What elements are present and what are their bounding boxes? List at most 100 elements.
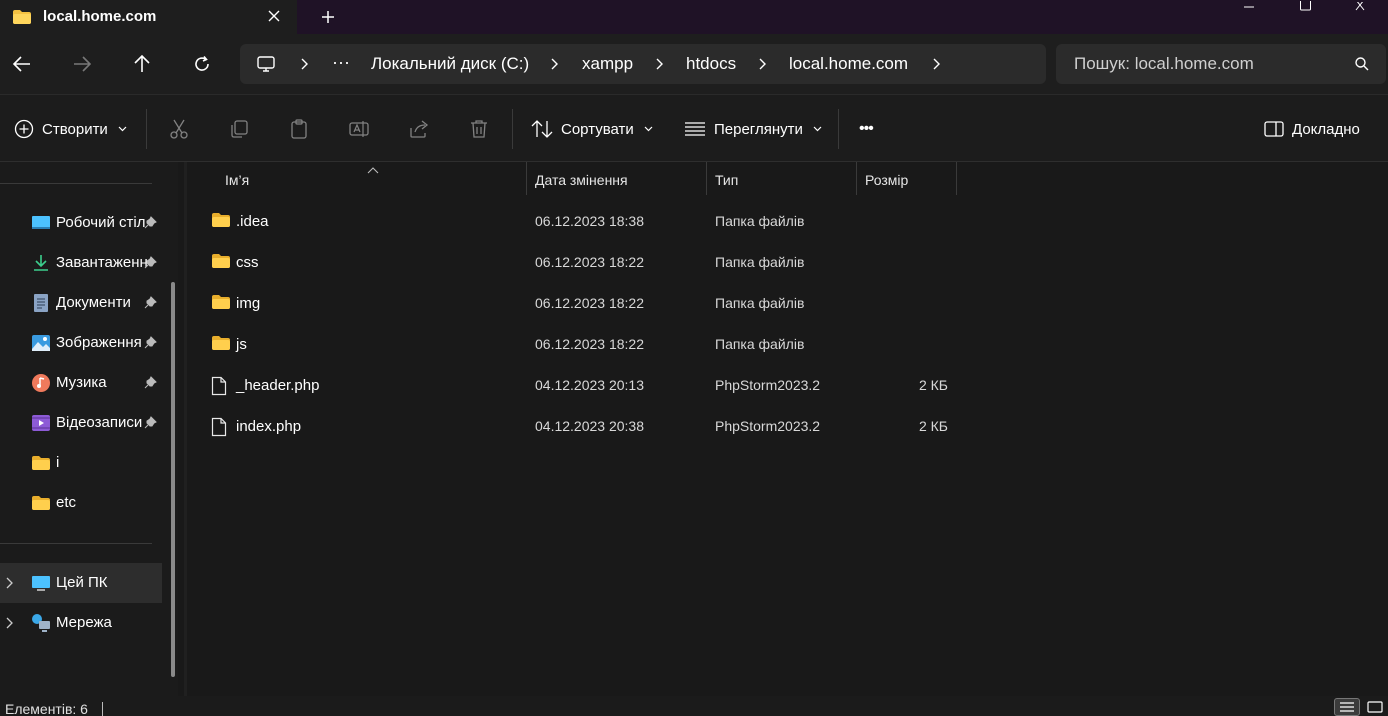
column-header-type[interactable]: Тип bbox=[715, 162, 855, 196]
chevron-right-icon[interactable] bbox=[6, 616, 14, 632]
close-tab-icon[interactable] bbox=[264, 6, 284, 26]
column-header-date[interactable]: Дата змінення bbox=[535, 162, 705, 196]
file-type: Папка файлів bbox=[715, 213, 805, 229]
details-pane-icon bbox=[1264, 121, 1284, 137]
forward-button[interactable] bbox=[68, 50, 96, 78]
item-count: Елементів: 6 bbox=[5, 701, 88, 716]
chevron-right-icon[interactable] bbox=[6, 576, 14, 592]
sidebar-item-documents[interactable]: Документи bbox=[0, 283, 162, 323]
cut-button[interactable] bbox=[168, 113, 190, 145]
details-view-button[interactable] bbox=[1334, 698, 1360, 716]
sidebar-item-label: Музика bbox=[56, 374, 107, 391]
breadcrumb-htdocs[interactable]: htdocs bbox=[686, 54, 736, 74]
sidebar-item-label: Відеозаписи bbox=[56, 414, 143, 431]
desktop-icon bbox=[31, 213, 51, 233]
up-button[interactable] bbox=[128, 50, 156, 78]
sidebar-item-label: Цей ПК bbox=[56, 574, 108, 591]
column-divider[interactable] bbox=[706, 162, 707, 195]
download-icon bbox=[31, 253, 51, 273]
file-name: css bbox=[236, 254, 259, 271]
sort-button[interactable]: Сортувати bbox=[531, 113, 653, 145]
pin-icon bbox=[144, 216, 157, 232]
sort-icon bbox=[531, 120, 553, 138]
chevron-down-icon bbox=[644, 126, 653, 132]
chevron-right-icon[interactable] bbox=[930, 56, 944, 72]
search-input[interactable] bbox=[1074, 53, 1344, 75]
copy-button[interactable] bbox=[228, 113, 250, 145]
file-row[interactable]: js 06.12.2023 18:22 Папка файлів bbox=[205, 324, 965, 365]
sidebar-item-label: Завантаження bbox=[56, 254, 148, 271]
monitor-icon[interactable] bbox=[256, 54, 276, 77]
file-row[interactable]: img 06.12.2023 18:22 Папка файлів bbox=[205, 283, 965, 324]
sidebar-item-label: Зображення bbox=[56, 334, 142, 351]
sidebar-item-network[interactable]: Мережа bbox=[0, 603, 162, 643]
sidebar-item-i[interactable]: i bbox=[0, 443, 162, 483]
new-button[interactable]: Створити bbox=[14, 113, 127, 145]
file-type: Папка файлів bbox=[715, 295, 805, 311]
video-icon bbox=[31, 413, 51, 433]
refresh-button[interactable] bbox=[188, 50, 216, 78]
breadcrumb-overflow[interactable]: ··· bbox=[332, 52, 350, 73]
tiles-view-button[interactable] bbox=[1362, 698, 1388, 716]
minimize-icon[interactable] bbox=[1226, 0, 1272, 14]
search-icon[interactable] bbox=[1354, 56, 1370, 75]
file-type: Папка файлів bbox=[715, 254, 805, 270]
breadcrumb-xampp[interactable]: xampp bbox=[582, 54, 633, 74]
sidebar-item-videos[interactable]: Відеозаписи bbox=[0, 403, 162, 443]
new-tab-icon[interactable] bbox=[316, 5, 340, 29]
column-header-size[interactable]: Розмір bbox=[865, 162, 955, 196]
pin-icon bbox=[144, 416, 157, 432]
delete-button[interactable] bbox=[468, 113, 490, 145]
tab-title: local.home.com bbox=[43, 8, 157, 25]
chevron-right-icon[interactable] bbox=[548, 56, 562, 72]
sidebar-item-pictures[interactable]: Зображення bbox=[0, 323, 162, 363]
status-divider bbox=[102, 702, 103, 716]
chevron-right-icon[interactable] bbox=[756, 56, 770, 72]
sidebar-item-etc[interactable]: etc bbox=[0, 483, 162, 523]
music-icon bbox=[31, 373, 51, 393]
column-divider[interactable] bbox=[956, 162, 957, 195]
sidebar-item-label: Документи bbox=[56, 294, 131, 311]
close-window-icon[interactable] bbox=[1338, 0, 1384, 14]
sidebar-item-music[interactable]: Музика bbox=[0, 363, 162, 403]
share-button[interactable] bbox=[408, 113, 430, 145]
new-label: Створити bbox=[42, 120, 108, 138]
breadcrumb-local-disk[interactable]: Локальний диск (C:) bbox=[371, 54, 529, 74]
network-icon bbox=[31, 613, 51, 633]
column-header-name[interactable]: Ім’я bbox=[225, 162, 525, 196]
scissors-icon bbox=[170, 119, 188, 139]
file-row[interactable]: index.php 04.12.2023 20:38 PhpStorm2023.2 2… bbox=[205, 406, 965, 447]
sidebar-item-downloads[interactable]: Завантаження bbox=[0, 243, 162, 283]
rename-icon bbox=[349, 121, 369, 137]
folder-icon bbox=[211, 253, 231, 272]
sidebar-item-this-pc[interactable]: Цей ПК bbox=[0, 563, 162, 603]
column-divider[interactable] bbox=[856, 162, 857, 195]
file-row[interactable]: _header.php 04.12.2023 20:13 PhpStorm2023.… bbox=[205, 365, 965, 406]
maximize-icon[interactable] bbox=[1282, 0, 1328, 14]
chevron-right-icon[interactable] bbox=[653, 56, 667, 72]
file-row[interactable]: css 06.12.2023 18:22 Папка файлів bbox=[205, 242, 965, 283]
clipboard-icon bbox=[291, 119, 307, 139]
address-bar[interactable]: ··· Локальний диск (C:) xampp htdocs loc… bbox=[240, 44, 1046, 84]
file-row[interactable]: .idea 06.12.2023 18:38 Папка файлів bbox=[205, 201, 965, 242]
status-bar: Елементів: 6 bbox=[0, 696, 1388, 716]
chevron-right-icon[interactable] bbox=[298, 56, 312, 72]
file-type: PhpStorm2023.2 bbox=[715, 377, 821, 393]
details-pane-button[interactable]: Докладно bbox=[1264, 113, 1360, 145]
breadcrumb-local-home-com[interactable]: local.home.com bbox=[789, 54, 908, 74]
column-divider[interactable] bbox=[526, 162, 527, 195]
sidebar-item-label: i bbox=[56, 454, 60, 471]
back-button[interactable] bbox=[8, 50, 36, 78]
list-view-icon bbox=[685, 122, 705, 136]
search-box[interactable] bbox=[1056, 44, 1386, 84]
file-size: 2 КБ bbox=[918, 418, 948, 434]
folder-icon bbox=[211, 212, 231, 231]
tab-local-home-com[interactable]: local.home.com bbox=[0, 0, 297, 34]
sidebar-scrollbar[interactable] bbox=[171, 282, 175, 677]
paste-button[interactable] bbox=[288, 113, 310, 145]
more-options-button[interactable]: ••• bbox=[859, 113, 874, 145]
sidebar-item-desktop[interactable]: Робочий стіл bbox=[0, 203, 162, 243]
rename-button[interactable] bbox=[348, 113, 370, 145]
document-icon bbox=[31, 293, 51, 313]
view-button[interactable]: Переглянути bbox=[684, 113, 822, 145]
